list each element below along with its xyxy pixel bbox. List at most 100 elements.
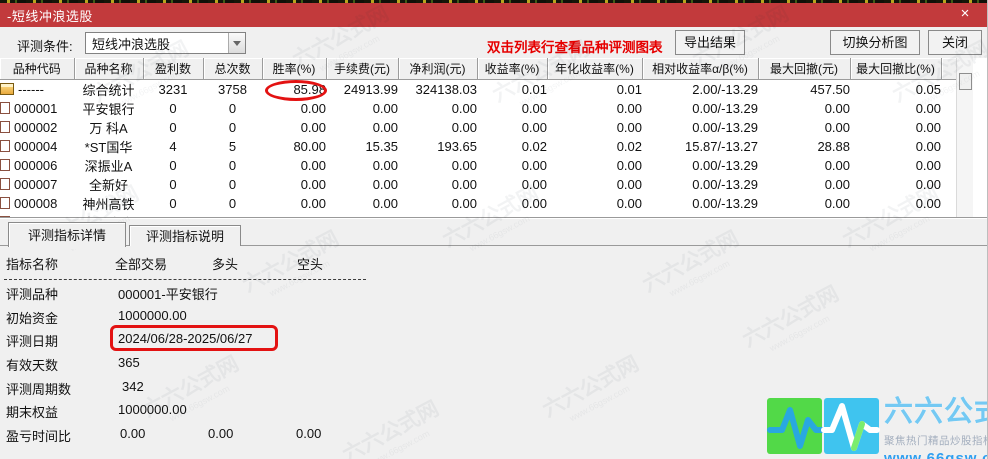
cell-stub (941, 79, 956, 99)
cell-annual: 0.00 (616, 119, 642, 135)
cell-profit: 0.00 (451, 157, 477, 173)
column-header[interactable]: 最大回撤比(%) (850, 58, 942, 80)
table-row[interactable]: 000006 深振业A 0 0 0.00 0.00 0.00 0.00 0.00 0.00/-13… (0, 156, 956, 175)
column-header[interactable]: 品种名称 (74, 58, 144, 80)
cell-total: 0 (228, 195, 237, 211)
cell-code: 000004 (0, 137, 74, 156)
cell-stub (941, 118, 956, 137)
cell-total: 0 (228, 119, 237, 135)
panel-row-label: 初始资金 (6, 310, 59, 326)
cell-rate: 0.00 (300, 119, 326, 135)
panel-row-label: 评测品种 (6, 287, 59, 302)
app-window: -短线冲浪选股 × 评测条件: 短线冲浪选股 双击列表行查看品种评测图表 导出结… (0, 0, 988, 459)
column-header[interactable]: 盈利数 (143, 58, 204, 80)
table-row[interactable]: 000008 神州高铁 0 0 0.00 0.00 0.00 0.00 0.00 0.00/-13… (0, 194, 956, 213)
export-results-button[interactable]: 导出结果 (675, 30, 745, 55)
cell-drawdown: 0.00 (824, 157, 850, 173)
table-row[interactable]: 000002 万 科A 0 0 0.00 0.00 0.00 0.00 0.00 0.00/-13… (0, 118, 956, 137)
table-row[interactable]: ------ 综合统计 3231 3758 85.98 24913.99 324138.03… (0, 79, 956, 99)
cell-stub (941, 137, 956, 156)
column-header[interactable]: 总次数 (203, 58, 263, 80)
cell-code: 000002 (0, 118, 74, 137)
cell-win: 0 (169, 100, 177, 116)
column-header[interactable]: 手续费(元) (326, 58, 399, 80)
file-icon (0, 178, 10, 190)
cell-ret: 0.00 (521, 157, 547, 173)
cell-fee: 0.00 (372, 195, 398, 211)
cell-alpha_beta: 2.00/-13.29 (692, 81, 758, 97)
cell-alpha_beta: 15.87/-13.27 (684, 138, 758, 154)
separator (0, 217, 987, 223)
cell-annual: 0.01 (616, 81, 642, 97)
scrollbar-thumb[interactable] (959, 73, 972, 90)
cell-annual: 0.00 (616, 100, 642, 116)
cell-drawdown: 0.00 (824, 195, 850, 211)
column-header[interactable]: 品种代码 (0, 58, 75, 80)
cell-annual: 0.00 (616, 195, 642, 211)
cell-total: 0 (228, 100, 237, 116)
table-row[interactable]: 000007 全新好 0 0 0.00 0.00 0.00 0.00 0.00 0.00/-13.… (0, 175, 956, 194)
cell-ret: 0.00 (521, 195, 547, 211)
results-table-body: ------ 综合统计 3231 3758 85.98 24913.99 324138.03… (0, 79, 956, 217)
cell-drawdown: 0.00 (824, 176, 850, 192)
panel-row-value: 342 (122, 378, 144, 394)
panel-row-value: 365 (118, 355, 140, 371)
column-header[interactable] (941, 58, 957, 80)
switch-analysis-chart-button[interactable]: 切换分析图 (830, 30, 920, 55)
stats-folder-icon (0, 83, 14, 95)
cell-dd_ratio: 0.00 (915, 157, 941, 173)
cell-ret: 0.00 (521, 119, 547, 135)
title-bar: -短线冲浪选股 × (0, 3, 987, 27)
close-icon[interactable]: × (956, 5, 974, 22)
results-table: 品种代码 品种名称 盈利数 总次数 胜率(%) 手续费(元) 净利润(元) 收益率(%) 年化收… (0, 58, 957, 217)
chevron-down-icon[interactable] (228, 33, 245, 53)
cell-drawdown: 0.00 (824, 119, 850, 135)
cell-ret: 0.00 (521, 100, 547, 116)
cell-alpha_beta: 0.00/-13.29 (692, 195, 758, 211)
condition-label: 评测条件: (17, 39, 73, 54)
file-icon (0, 121, 10, 133)
column-header[interactable]: 收益率(%) (477, 58, 548, 80)
cell-name: *ST国华 (84, 139, 133, 155)
table-row[interactable]: 000001 平安银行 0 0 0.00 0.00 0.00 0.00 0.00 0.00/-13… (0, 99, 956, 118)
cell-name: 综合统计 (82, 82, 135, 98)
file-icon (0, 102, 10, 114)
cell-dd_ratio: 0.00 (915, 138, 941, 154)
cell-alpha_beta: 0.00/-13.29 (692, 157, 758, 173)
cell-stub (941, 156, 956, 175)
cell-fee: 0.00 (372, 119, 398, 135)
column-header[interactable]: 净利润(元) (398, 58, 478, 80)
table-header-row: 品种代码 品种名称 盈利数 总次数 胜率(%) 手续费(元) 净利润(元) 收益率(%) 年化收… (0, 58, 957, 80)
file-icon (0, 159, 10, 171)
cell-profit: 193.65 (437, 138, 477, 154)
column-header[interactable]: 最大回撤(元) (758, 58, 851, 80)
cell-ret: 0.01 (521, 81, 547, 97)
column-header[interactable]: 胜率(%) (262, 58, 327, 80)
tab-indicator-details[interactable]: 评测指标详情 (8, 222, 126, 247)
table-scrollbar[interactable] (956, 58, 973, 217)
panel-row-label: 有效天数 (6, 358, 59, 374)
cell-dd_ratio: 0.00 (915, 100, 941, 116)
site-logo-title: 六六公式网 (884, 396, 987, 428)
cell-rate: 0.00 (300, 176, 326, 192)
cell-ret: 0.00 (521, 176, 547, 192)
column-header[interactable]: 年化收益率(%) (547, 58, 643, 80)
column-header[interactable]: 相对收益率α/β(%) (642, 58, 759, 80)
cell-fee: 24913.99 (343, 81, 398, 97)
condition-dropdown[interactable]: 短线冲浪选股 (85, 32, 246, 54)
cell-total: 3758 (218, 81, 247, 97)
tab-indicator-description[interactable]: 评测指标说明 (129, 225, 241, 246)
close-button[interactable]: 关闭 (928, 30, 982, 55)
table-row[interactable]: 000004 *ST国华 4 5 80.00 15.35 193.65 0.02 0.02 15.… (0, 137, 956, 156)
panel-header-indicator: 指标名称 (6, 257, 59, 272)
cell-dd_ratio: 0.00 (915, 119, 941, 135)
cell-win: 0 (169, 176, 177, 192)
cell-drawdown: 28.88 (817, 138, 850, 154)
cell-win: 0 (169, 195, 177, 211)
panel-row-label: 期末权益 (6, 405, 59, 421)
panel-row-label: 评测周期数 (6, 381, 72, 397)
cell-alpha_beta: 0.00/-13.29 (692, 119, 758, 135)
cell-profit: 0.00 (451, 195, 477, 211)
cell-name: 神州高铁 (82, 196, 135, 212)
cell-profit: 0.00 (451, 100, 477, 116)
